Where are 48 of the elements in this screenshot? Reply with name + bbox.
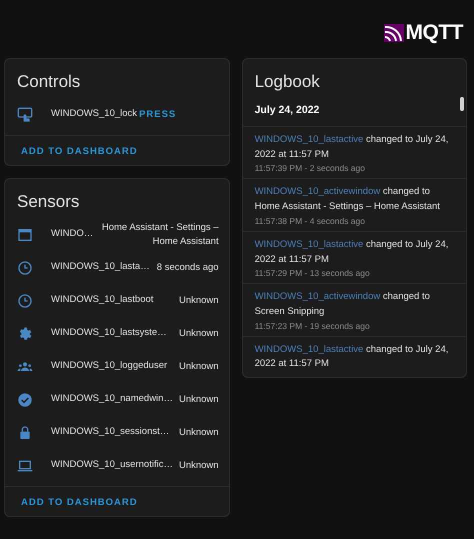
entity-name: WINDOWS_10_usernotific… [51,459,173,472]
entity-name: WINDOWS_10_namedwin… [51,393,173,406]
entity-state: Unknown [178,326,219,340]
entity-link[interactable]: WINDOWS_10_activewindow [254,186,380,198]
clock-icon [17,260,33,276]
entity-link[interactable]: WINDOWS_10_activewindow [254,291,380,302]
window-icon [17,226,33,242]
entity-link[interactable]: WINDOWS_10_lastactive [254,238,364,250]
log-message: WINDOWS_10_activewindow changed to Home Assistant - Settings – Home Assistant [254,185,441,214]
add-to-dashboard-button[interactable]: ADD TO DASHBOARD [17,143,142,160]
log-time: 11:57:29 PM - 13 seconds ago [254,268,371,278]
wave-logo-icon [384,24,404,42]
entity-state: Unknown [178,458,219,472]
log-time: 11:57:39 PM - 2 seconds ago [254,163,366,174]
card-title: Logbook [254,71,321,93]
log-time: 11:57:23 PM - 19 seconds ago [254,320,371,331]
entity-state: Unknown [178,426,219,440]
card-title: Controls [16,71,82,93]
log-time: 11:57:38 PM - 4 seconds ago [254,216,366,226]
press-button[interactable]: PRESS [137,105,178,124]
logo-text: MQTT [406,21,463,45]
add-to-dashboard-button[interactable]: ADD TO DASHBOARD [17,494,142,511]
log-message: WINDOWS_10_lastactive changed to July 24, 2022 at 11:57 PM [254,342,450,372]
clock-icon [17,292,33,308]
entity-name: WINDOWS_10_lastsyste… [51,327,167,340]
entity-name: WINDOWS_10_sessionst… [51,426,170,439]
log-message: WINDOWS_10_lastactive changed to July 24, 2022 at 11:57 PM [254,133,450,162]
entity-name: WINDOWS_10_lasta… [51,261,150,274]
laptop-icon [17,458,33,474]
entity-name: WINDOWS_10_lastboot [51,294,154,307]
entity-state: Unknown [178,294,219,308]
settings-icon [17,326,33,342]
entity-state: Home Assistant - Settings – Home Assistant [100,220,219,248]
entity-name: WINDO… [51,228,94,241]
check-circle-icon [17,392,33,408]
card-title: Sensors [16,191,80,213]
log-message: WINDOWS_10_lastactive changed to July 24, 2022 at 11:57 PM [254,238,450,267]
entity-link[interactable]: WINDOWS_10_lastactive [254,344,364,355]
entity-link[interactable]: WINDOWS_10_lastactive [254,134,364,145]
entity-state: Unknown [178,360,219,374]
entity-state: Unknown [178,392,219,406]
scrollbar-thumb[interactable] [460,97,464,111]
entity-name: WINDOWS_10_loggeduser [51,360,168,373]
entity-state: 8 seconds ago [156,260,219,274]
touch-button-icon [17,106,33,122]
entity-name: WINDOWS_10_lock [51,108,138,121]
log-message: WINDOWS_10_activewindow changed to Screen Snipping [254,290,431,320]
date-heading: July 24, 2022 [254,104,320,116]
